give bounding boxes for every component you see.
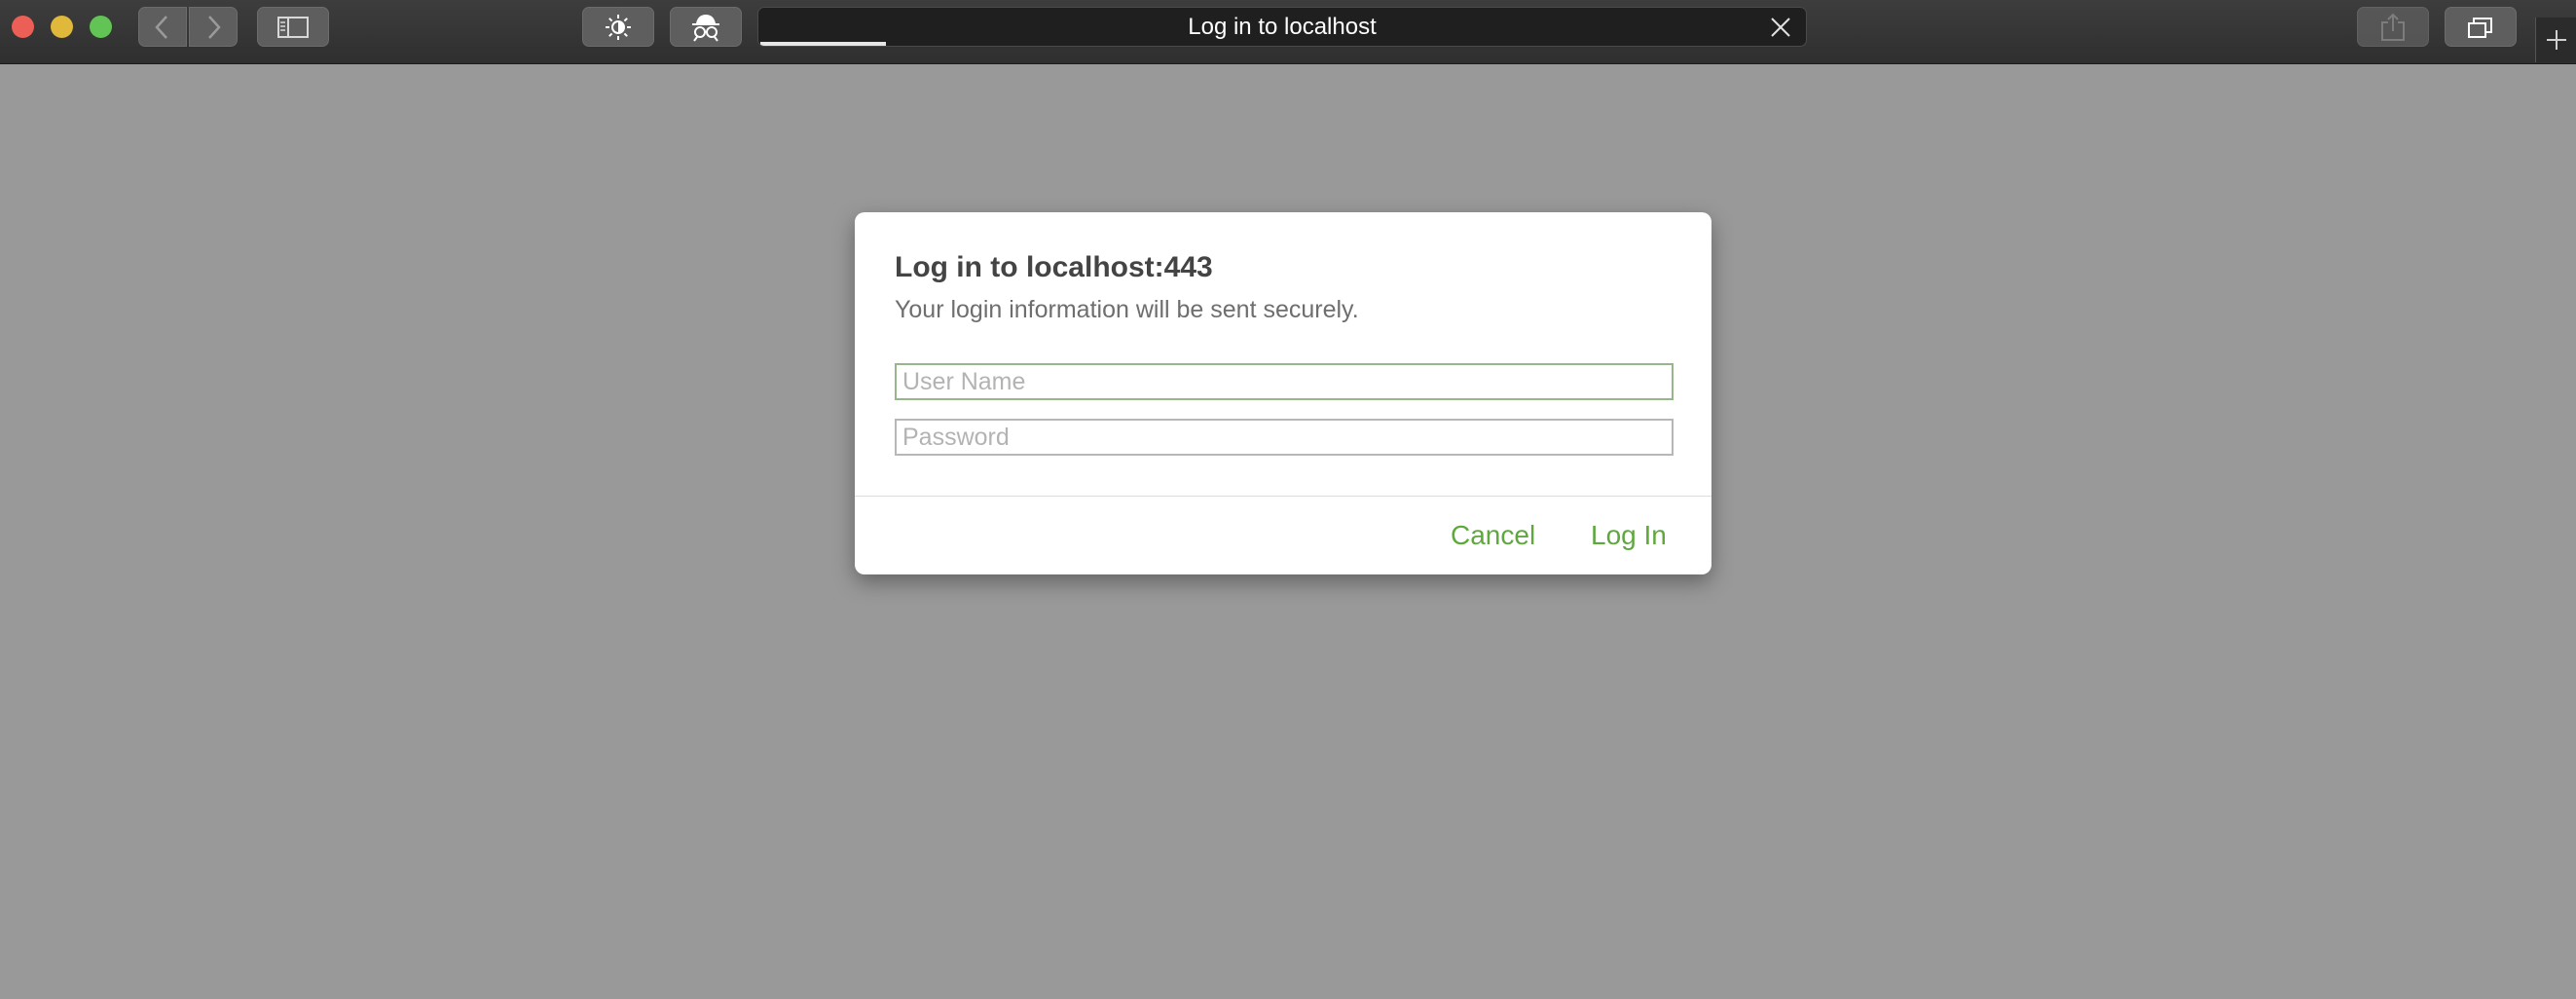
- login-dialog: Log in to localhost:443 Your login infor…: [855, 212, 1711, 574]
- page-load-progress: [760, 42, 887, 46]
- dialog-title: Log in to localhost:443: [895, 251, 1213, 283]
- back-button[interactable]: [138, 7, 187, 47]
- spy-icon: [692, 14, 719, 42]
- window-close-button[interactable]: [12, 16, 34, 38]
- tab-overview-button[interactable]: [2445, 7, 2517, 47]
- window-minimize-button[interactable]: [51, 16, 73, 38]
- dialog-divider: [855, 496, 1711, 497]
- dialog-subtitle: Your login information will be sent secu…: [895, 296, 1359, 323]
- appearance-button[interactable]: [582, 7, 654, 47]
- tab-overview-icon: [2468, 17, 2492, 38]
- chevron-left-icon: [155, 15, 167, 39]
- forward-button[interactable]: [189, 7, 238, 47]
- password-input[interactable]: [895, 419, 1674, 456]
- cancel-button[interactable]: Cancel: [1451, 520, 1535, 551]
- sidebar-icon: [277, 16, 309, 38]
- share-icon: [2381, 13, 2405, 41]
- close-icon[interactable]: [1769, 16, 1792, 39]
- window-zoom-button[interactable]: [90, 16, 112, 38]
- tab-title: Log in to localhost: [1188, 13, 1377, 40]
- plus-icon: [2547, 30, 2566, 50]
- share-button[interactable]: [2357, 7, 2429, 47]
- browser-toolbar: Log in to localhost: [0, 0, 2576, 64]
- sidebar-button[interactable]: [257, 7, 329, 47]
- username-input[interactable]: [895, 363, 1674, 400]
- new-tab-button[interactable]: [2535, 18, 2576, 62]
- private-browsing-button[interactable]: [670, 7, 742, 47]
- chevron-right-icon: [208, 15, 221, 39]
- login-button[interactable]: Log In: [1591, 520, 1667, 551]
- brightness-icon: [606, 14, 631, 40]
- address-bar[interactable]: Log in to localhost: [757, 7, 1807, 47]
